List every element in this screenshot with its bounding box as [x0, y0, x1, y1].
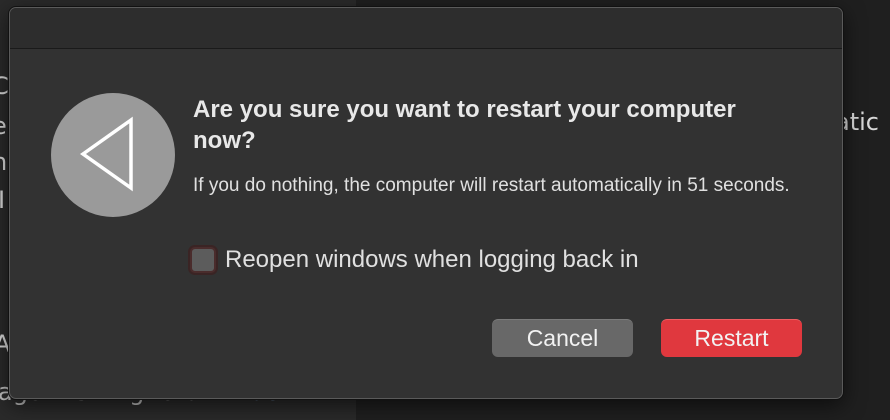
dialog-message: If you do nothing, the computer will res… [193, 175, 790, 196]
reopen-windows-option[interactable]: Reopen windows when logging back in [190, 244, 639, 276]
restart-arrow-icon [51, 93, 175, 217]
background-text-fragment: I [0, 186, 6, 214]
restart-arrow-glyph [79, 116, 133, 192]
background-text-fragment: C [0, 72, 9, 100]
restart-dialog: Are you sure you want to restart your co… [9, 7, 843, 399]
background-text-fragment: i [0, 6, 1, 34]
background-text-fragment: e [0, 112, 7, 140]
dialog-heading: Are you sure you want to restart your co… [193, 96, 736, 154]
background-text-fragment: n [0, 148, 7, 176]
cancel-button[interactable]: Cancel [492, 319, 633, 357]
restart-button[interactable]: Restart [661, 319, 802, 357]
reopen-windows-checkbox[interactable] [190, 247, 216, 273]
dialog-titlebar[interactable] [10, 8, 842, 49]
reopen-windows-label[interactable]: Reopen windows when logging back in [225, 246, 639, 274]
